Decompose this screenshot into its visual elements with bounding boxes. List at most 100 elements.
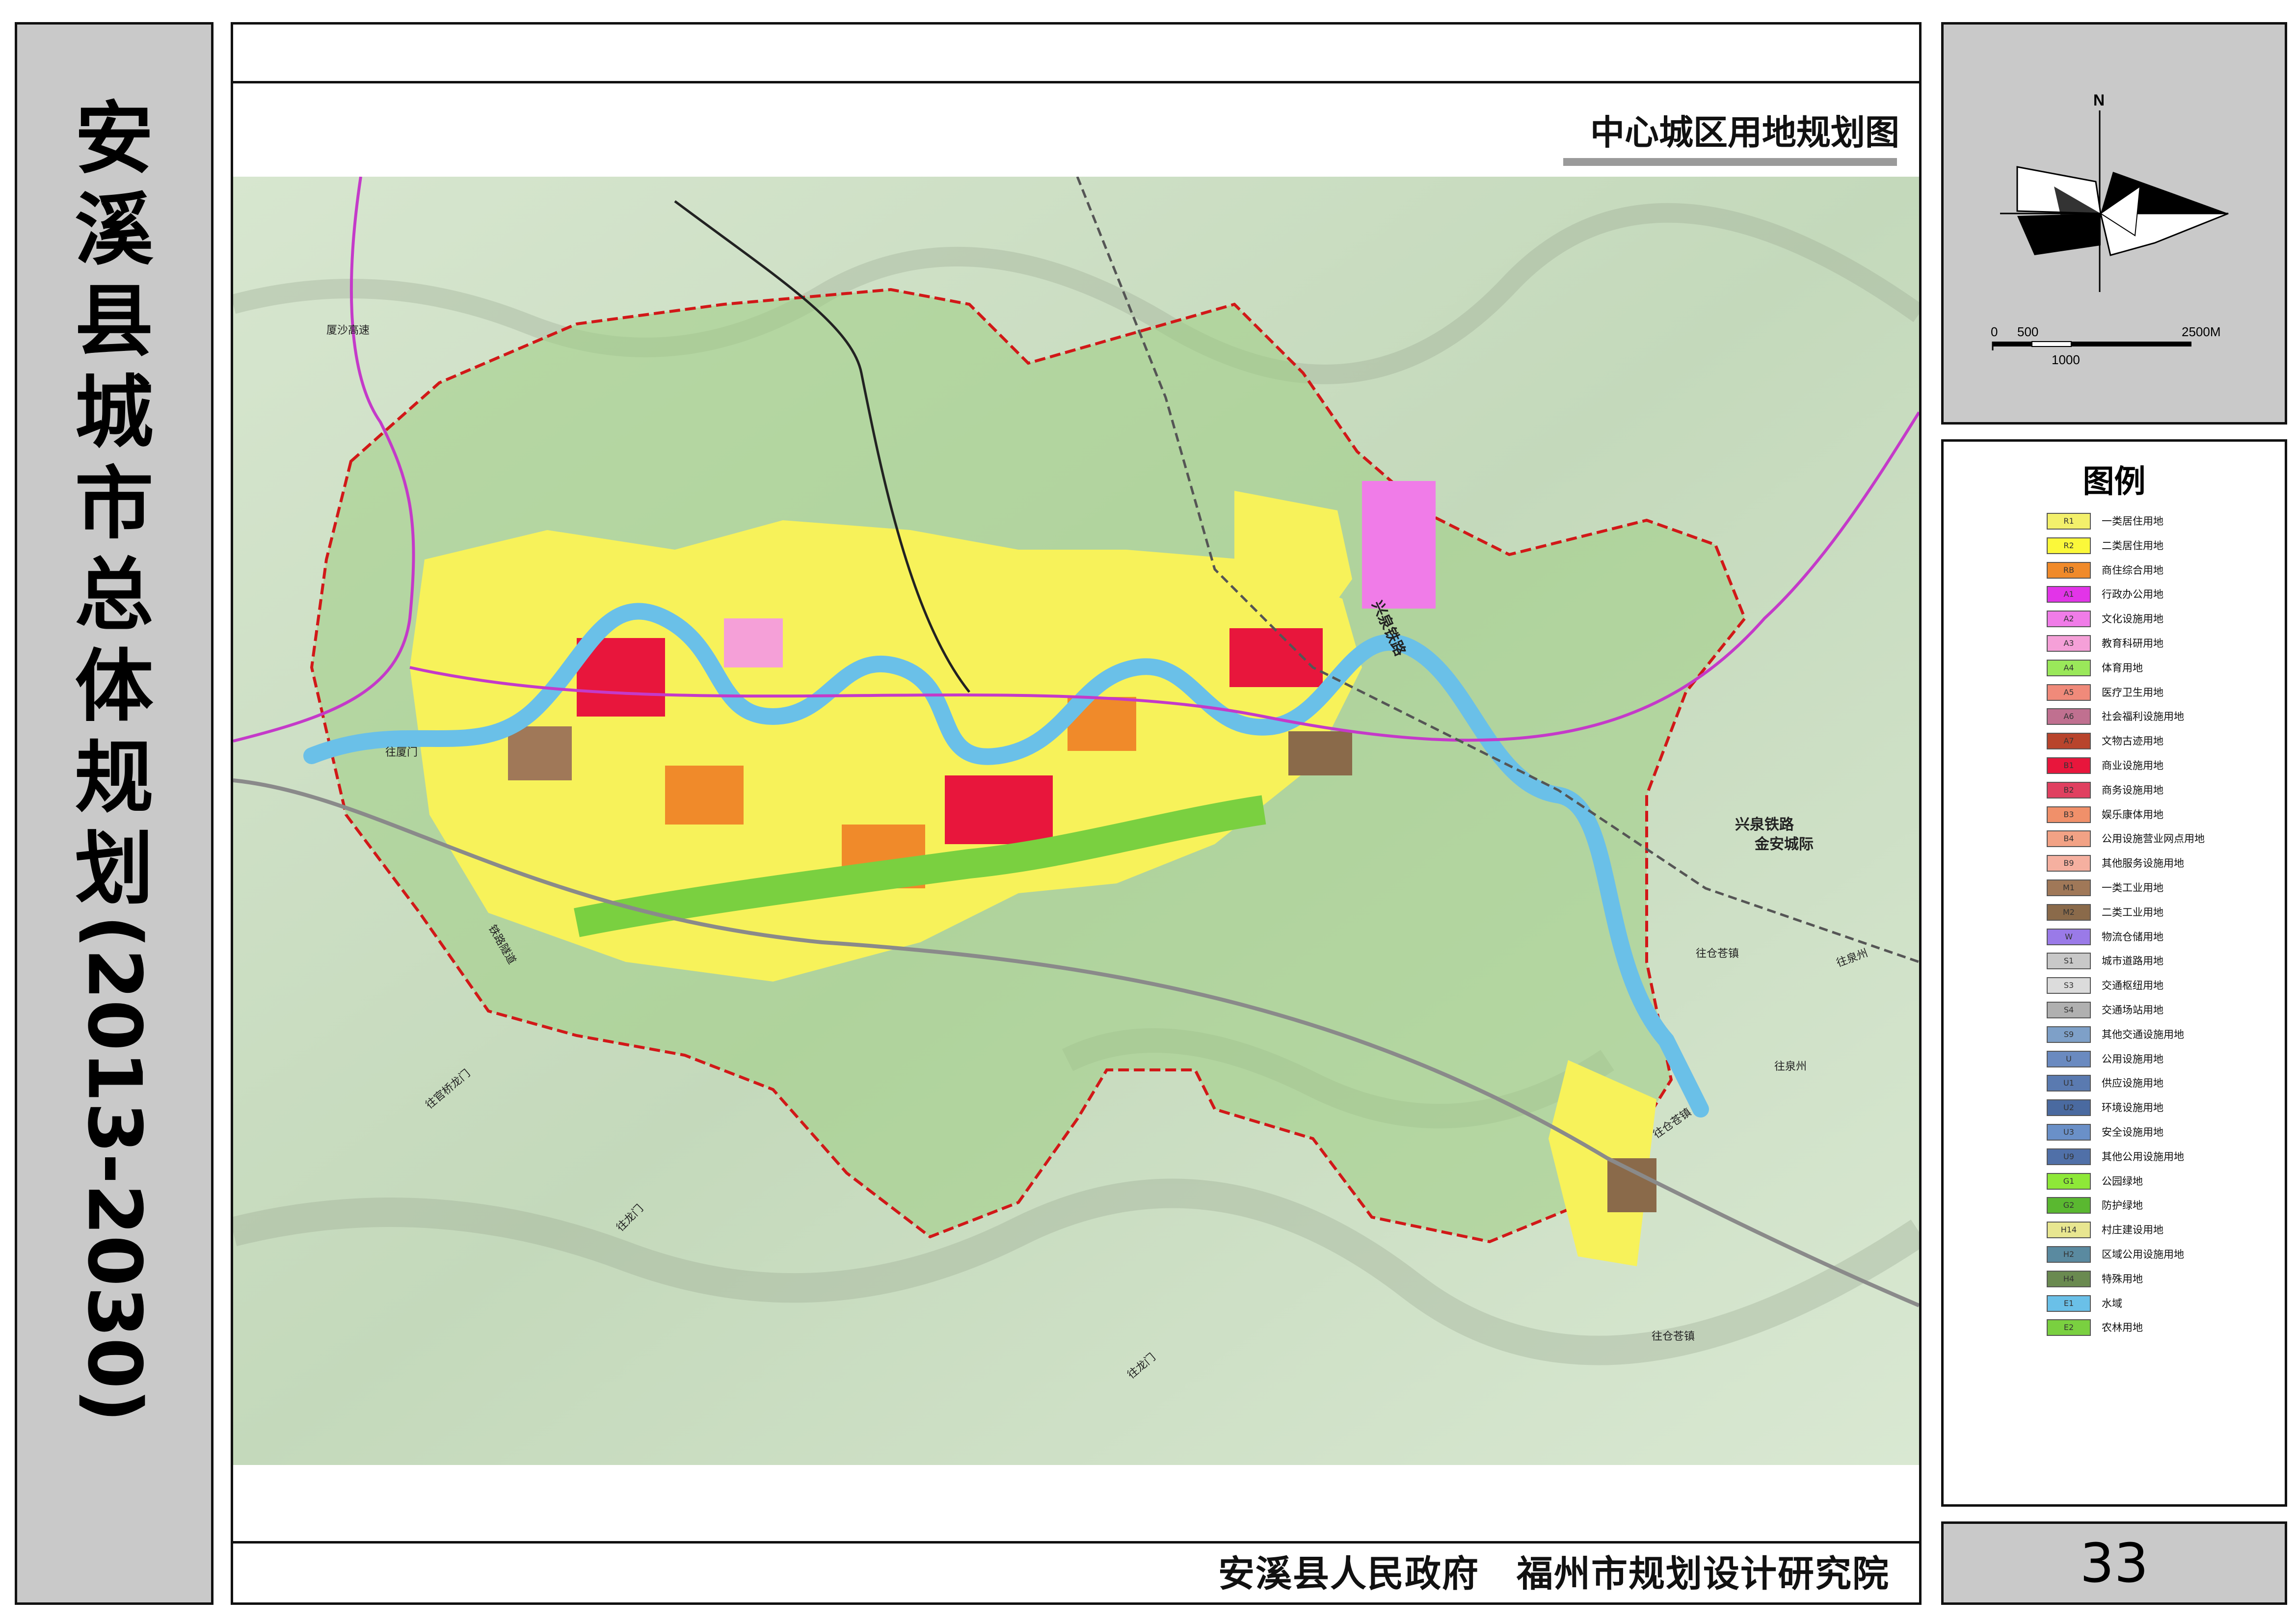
compass-panel: N 0 500 2500M 1000 (1941, 22, 2287, 425)
title-char: 市 (75, 458, 154, 550)
legend-title: 图例 (2082, 464, 2146, 500)
title-char: 划 (75, 823, 154, 915)
north-label: N (2093, 91, 2105, 109)
legend-label: 文化设施用地 (2102, 613, 2163, 625)
legend-code: S1 (2063, 956, 2074, 966)
legend-code: B9 (2063, 858, 2074, 868)
frame-divider-bottom (231, 1541, 1922, 1544)
legend-label: 医疗卫生用地 (2102, 686, 2163, 698)
legend-code: RB (2063, 565, 2075, 575)
legend-code: S3 (2063, 981, 2074, 990)
legend-code: U2 (2063, 1103, 2074, 1113)
page-number-panel: 33 (1941, 1521, 2287, 1605)
legend-label: 其他交通设施用地 (2102, 1028, 2184, 1040)
legend-label: 城市道路用地 (2102, 955, 2163, 967)
legend-code: A5 (2063, 687, 2074, 697)
legend-code: E1 (2063, 1298, 2074, 1308)
legend-code: G1 (2063, 1176, 2075, 1186)
legend-label: 二类居住用地 (2102, 539, 2163, 552)
side-title-panel: 安 溪 县 城 市 总 体 规 划 (2013-2030) (15, 22, 214, 1605)
plan-title-vertical: 安 溪 县 城 市 总 体 规 划 (2013-2030) (17, 93, 211, 1423)
legend-label: 一类工业用地 (2102, 882, 2163, 894)
page-number: 33 (2080, 1532, 2149, 1595)
legend-label: 供应设施用地 (2102, 1077, 2163, 1090)
legend-code: H4 (2063, 1274, 2075, 1283)
label-to-xiamen: 往厦门 (385, 746, 418, 759)
legend-code: B2 (2063, 785, 2074, 795)
legend-code: A3 (2063, 639, 2074, 648)
legend-code: W (2065, 932, 2073, 941)
legend-label: 体育用地 (2102, 662, 2143, 674)
legend-code: S4 (2063, 1005, 2074, 1014)
legend-label: 二类工业用地 (2102, 906, 2163, 918)
legend-label: 物流仓储用地 (2102, 931, 2163, 943)
legend-code: H2 (2063, 1250, 2075, 1259)
plan-years: (2013-2030) (71, 915, 157, 1423)
legend-code: U9 (2063, 1151, 2074, 1161)
legend-label: 商务设施用地 (2102, 784, 2163, 796)
legend-code: M1 (2063, 883, 2075, 892)
legend-label: 交通场站用地 (2102, 1004, 2163, 1016)
legend-code: A1 (2063, 589, 2074, 599)
label-to-cangzhen: 往仓苍镇 (1696, 948, 1739, 960)
legend-label: 特殊用地 (2102, 1273, 2143, 1285)
legend-label: 交通枢纽用地 (2102, 980, 2163, 992)
legend-code: U (2066, 1054, 2072, 1064)
legend-code: S9 (2063, 1029, 2074, 1039)
legend-label: 商业设施用地 (2102, 760, 2163, 772)
legend-code: A2 (2063, 614, 2074, 624)
legend-code: U1 (2063, 1078, 2074, 1088)
legend-code: B1 (2063, 761, 2074, 770)
legend-code: R2 (2063, 540, 2074, 550)
legend-label: 区域公用设施用地 (2102, 1249, 2184, 1260)
scale-2500: 2500M (2182, 324, 2221, 339)
north-arrow-icon: N 0 500 2500M 1000 (1991, 91, 2229, 367)
legend-panel: 图例 R1 一类居住用地 R2 二类居住用地 RB 商住综合用地 A1 行政办公用地 A2 文化设… (1941, 439, 2287, 1507)
legend-code: E2 (2063, 1323, 2074, 1332)
legend-code: B3 (2063, 809, 2074, 819)
legend-code: H14 (2060, 1225, 2077, 1235)
legend-label: 防护绿地 (2102, 1199, 2143, 1212)
legend-label: 农林用地 (2102, 1322, 2143, 1334)
label-to-cangzhen-3: 往仓苍镇 (1652, 1331, 1695, 1343)
title-char: 安 (75, 93, 154, 185)
label-xingquan-rail-east: 兴泉铁路 (1735, 816, 1794, 833)
legend-label: 行政办公用地 (2102, 588, 2163, 601)
land-use-map[interactable]: 厦沙高速 兴泉铁路 兴泉铁路 金安城际 铁路隧道 往厦门 往官桥龙门 往龙门 往… (233, 177, 1919, 1465)
legend-label: 商住综合用地 (2102, 564, 2163, 576)
label-to-quanzhou-2: 往泉州 (1774, 1061, 1807, 1073)
map-title-box: 中心城区用地规划图 (1556, 106, 1899, 164)
legend-label: 其他服务设施用地 (2102, 857, 2184, 870)
frame-divider-top (231, 81, 1922, 83)
label-jinan-intercity: 金安城际 (1754, 836, 1814, 853)
scale-500: 500 (2017, 324, 2038, 339)
legend-code: U3 (2063, 1127, 2074, 1137)
legend-label: 公用设施用地 (2102, 1053, 2163, 1065)
title-char: 总 (75, 549, 154, 641)
legend-label: 公园绿地 (2102, 1175, 2143, 1187)
title-char: 体 (75, 640, 154, 732)
legend-label: 环境设施用地 (2102, 1102, 2163, 1114)
title-char: 县 (75, 275, 154, 367)
title-char: 城 (75, 367, 154, 458)
legend-label: 水域 (2102, 1297, 2122, 1309)
legend-code: A4 (2063, 663, 2074, 672)
legend-code: B4 (2063, 834, 2074, 844)
legend-label: 其他公用设施用地 (2102, 1150, 2184, 1163)
title-char: 溪 (75, 184, 154, 276)
legend-label: 村庄建设用地 (2102, 1224, 2163, 1236)
map-title: 中心城区用地规划图 (1590, 112, 1899, 153)
legend-code: A7 (2063, 736, 2074, 746)
legend-label: 娱乐康体用地 (2102, 808, 2163, 821)
legend-label: 社会福利设施用地 (2102, 711, 2184, 723)
title-char: 规 (75, 732, 154, 824)
map-title-underline (1563, 158, 1897, 166)
legend-code: M2 (2063, 907, 2075, 917)
map-credits: 安溪县人民政府 福州市规划设计研究院 (1218, 1553, 1890, 1595)
label-xiasha-expressway: 厦沙高速 (326, 324, 370, 337)
legend-label: 一类居住用地 (2102, 515, 2163, 527)
legend-label: 教育科研用地 (2102, 638, 2163, 649)
legend-code: G2 (2063, 1200, 2075, 1210)
legend-label: 公用设施营业网点用地 (2102, 833, 2205, 845)
legend-label: 安全设施用地 (2102, 1126, 2163, 1138)
